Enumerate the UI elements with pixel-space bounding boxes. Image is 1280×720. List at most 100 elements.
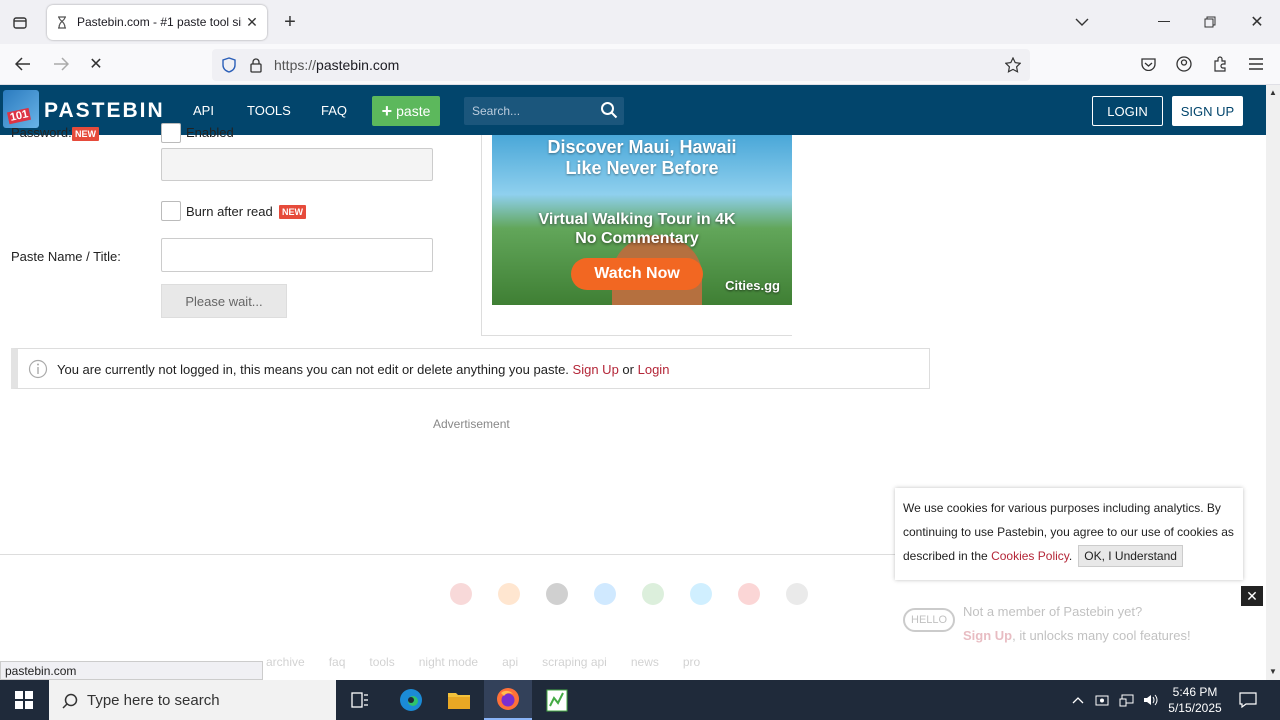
close-tab-icon[interactable]: ✕ [245,14,259,30]
nav-tools[interactable]: TOOLS [247,103,291,118]
scroll-down-icon[interactable]: ▼ [1268,666,1278,676]
browser-nav-bar: ✕ https://pastebin.com [0,44,1280,85]
edge-icon[interactable] [398,687,424,713]
ad-banner[interactable]: Discover Maui, Hawaii Like Never Before … [492,135,792,305]
page-scrollbar[interactable]: ▲ ▼ [1266,85,1280,680]
member-prompt-line2-wrap: Sign Up, it unlocks many cool features! [963,628,1191,643]
notice-text: You are currently not logged in, this me… [57,362,569,377]
member-prompt-line2: , it unlocks many cool features! [1012,628,1191,643]
pocket-icon[interactable] [1138,54,1158,74]
chevron-down-icon[interactable] [1072,12,1092,32]
member-prompt-signup[interactable]: Sign Up [963,628,1012,643]
stop-loading-icon[interactable]: ✕ [86,54,106,74]
volume-icon[interactable] [1142,692,1160,708]
footer-link-archive[interactable]: archive [266,655,305,669]
ad-watch-now-button[interactable]: Watch Now [571,258,703,290]
create-paste-button[interactable]: Please wait... [161,284,287,318]
share-icons [450,583,808,605]
restore-icon[interactable] [1200,12,1220,32]
footer-link-scraping-api[interactable]: scraping api [542,655,607,669]
share-icon-4[interactable] [594,583,616,605]
file-explorer-icon[interactable] [446,688,472,712]
enabled-label: Enabled [186,125,234,140]
footer-link-tools[interactable]: tools [369,655,394,669]
burn-new-badge: NEW [279,205,306,219]
forward-arrow-icon[interactable] [50,54,72,74]
password-new-badge: NEW [72,127,99,141]
paste-title-field[interactable] [161,238,433,272]
scroll-up-icon[interactable]: ▲ [1268,87,1278,97]
search-input[interactable]: Search... [464,97,624,125]
search-icon[interactable] [600,101,618,122]
tab-title: Pastebin.com - #1 paste tool since [77,15,242,29]
password-enabled-checkbox[interactable] [161,123,181,143]
system-clock[interactable]: 5:46 PM 5/15/2025 [1160,684,1230,716]
close-icon[interactable]: ✕ [1241,586,1263,606]
network-icon[interactable] [1118,692,1136,708]
footer-link-news[interactable]: news [631,655,659,669]
minimize-icon[interactable] [1154,12,1174,32]
password-field[interactable] [161,148,433,181]
share-icon-5[interactable] [642,583,664,605]
new-paste-button[interactable]: + paste [372,96,440,126]
ad-headline-1: Discover Maui, Hawaii [547,137,737,157]
cookie-ok-button[interactable]: OK, I Understand [1078,545,1183,567]
firefox-icon[interactable] [484,680,532,720]
notifications-icon[interactable] [1238,691,1258,709]
nav-api[interactable]: API [193,103,214,118]
tab-list-icon[interactable] [8,12,32,34]
footer-link-api[interactable]: api [502,655,518,669]
taskbar-search-input[interactable]: Type here to search [49,680,336,720]
bookmark-star-icon[interactable] [1004,56,1022,74]
logo-icon[interactable]: 101 [3,90,39,128]
share-icon-2[interactable] [498,583,520,605]
tray-chevron-up-icon[interactable] [1070,692,1086,708]
shield-icon[interactable] [220,56,238,74]
browser-tab-active[interactable]: Pastebin.com - #1 paste tool since ✕ [47,5,267,40]
cookie-period: . [1068,549,1073,563]
password-label: Password: [11,125,72,140]
notepad-plus-icon[interactable] [544,687,570,713]
task-view-icon[interactable] [350,690,370,710]
share-icon-6[interactable] [690,583,712,605]
burn-after-read-checkbox[interactable] [161,201,181,221]
footer-link-night-mode[interactable]: night mode [419,655,478,669]
browser-tab-bar: Pastebin.com - #1 paste tool since ✕ + ✕ [0,0,1280,44]
lock-icon[interactable] [248,56,264,74]
nav-faq[interactable]: FAQ [321,103,347,118]
login-notice: You are currently not logged in, this me… [11,348,930,389]
login-button[interactable]: LOGIN [1092,96,1163,126]
back-arrow-icon[interactable] [12,54,34,74]
cookies-policy-link[interactable]: Cookies Policy [991,549,1069,563]
address-bar[interactable]: https://pastebin.com [212,49,1030,81]
account-icon[interactable] [1174,54,1194,74]
status-bar-url: pastebin.com [0,661,263,680]
windows-taskbar: Type here to search 5:46 PM 5/15/2025 [0,680,1280,720]
share-icon-1[interactable] [450,583,472,605]
close-window-icon[interactable]: ✕ [1247,12,1267,32]
share-icon-3[interactable] [546,583,568,605]
footer-link-faq[interactable]: faq [329,655,346,669]
clock-date: 5/15/2025 [1168,701,1222,715]
paste-title-label: Paste Name / Title: [11,249,121,264]
new-tab-icon[interactable]: + [280,11,300,33]
notice-signup-link[interactable]: Sign Up [573,362,619,377]
menu-icon[interactable] [1246,54,1266,74]
extensions-icon[interactable] [1210,54,1230,74]
notice-login-link[interactable]: Login [638,362,670,377]
logo-text[interactable]: PASTEBIN [44,99,165,123]
search-placeholder: Search... [472,104,521,118]
share-icon-8[interactable] [786,583,808,605]
share-icon-7[interactable] [738,583,760,605]
windows-start-icon[interactable] [14,690,34,710]
ad-subtitle-2: No Commentary [575,230,699,247]
advertisement-label: Advertisement [433,417,510,431]
footer-link-pro[interactable]: pro [683,655,700,669]
burn-after-read-label: Burn after read [186,204,273,219]
search-icon [61,692,79,710]
tray-app-icon[interactable] [1094,692,1110,708]
hourglass-icon [56,15,68,29]
cookie-banner: We use cookies for various purposes incl… [895,488,1243,580]
clock-time: 5:46 PM [1172,685,1218,699]
signup-button[interactable]: SIGN UP [1172,96,1243,126]
